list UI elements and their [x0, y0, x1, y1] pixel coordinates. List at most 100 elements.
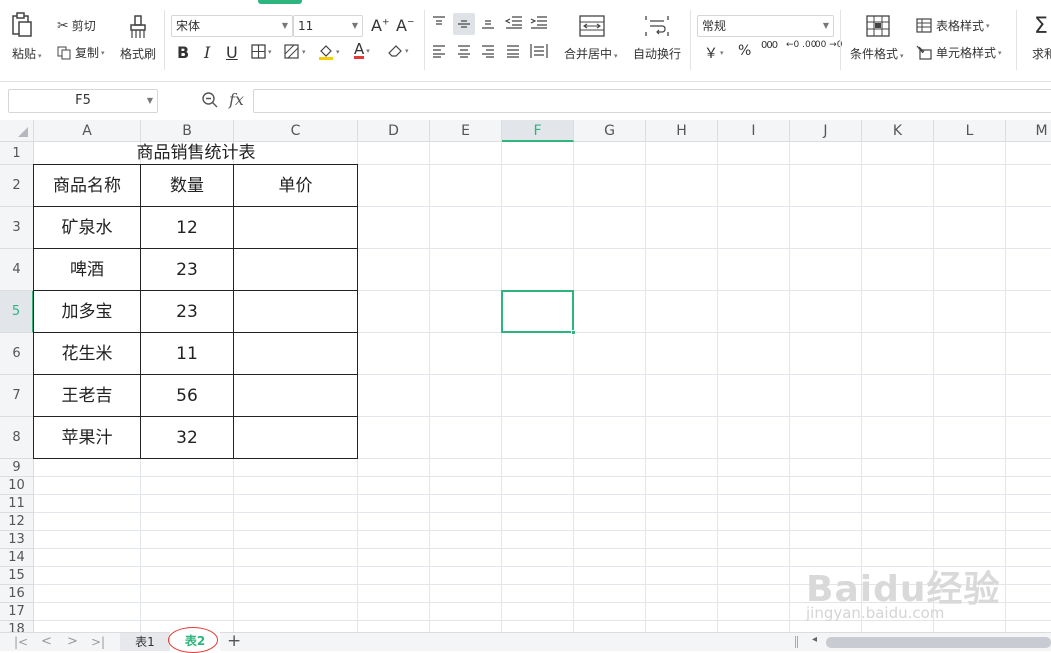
selected-cell[interactable] — [501, 290, 574, 333]
sum-button[interactable]: Σ — [1034, 14, 1048, 39]
row-header[interactable]: 4 — [0, 249, 34, 291]
align-middle-button[interactable] — [453, 13, 475, 35]
formula-input[interactable] — [253, 89, 1051, 113]
table-data-cell[interactable]: 矿泉水 — [33, 206, 141, 249]
row-header[interactable]: 7 — [0, 375, 34, 417]
table-data-cell[interactable]: 啤酒 — [33, 248, 141, 291]
distributed-button[interactable] — [530, 43, 548, 59]
row-header[interactable]: 1 — [0, 142, 34, 165]
sheet-tab-1[interactable]: 表1 — [120, 633, 170, 651]
table-data-cell[interactable]: 加多宝 — [33, 290, 141, 333]
table-title[interactable]: 商品销售统计表 — [34, 142, 358, 165]
row-header[interactable]: 13 — [0, 531, 34, 549]
italic-button[interactable]: I — [204, 43, 210, 62]
row-header[interactable]: 15 — [0, 567, 34, 585]
column-header[interactable]: K — [862, 120, 934, 142]
table-data-cell[interactable]: 11 — [140, 332, 234, 375]
percent-button[interactable]: % — [738, 43, 751, 59]
column-header[interactable]: B — [141, 120, 234, 142]
column-header[interactable]: H — [646, 120, 718, 142]
font-name-dropdown[interactable]: 宋体 ▼ — [171, 15, 293, 37]
row-header[interactable]: 3 — [0, 207, 34, 249]
increase-decimal-button[interactable]: ←0 .00 — [786, 41, 816, 50]
align-right-button[interactable] — [480, 44, 496, 58]
align-center-button[interactable] — [456, 44, 472, 58]
copy-button[interactable]: 复制 ▾ — [57, 44, 105, 61]
row-header[interactable]: 9 — [0, 459, 34, 477]
column-header[interactable]: F — [502, 120, 574, 142]
row-header[interactable]: 11 — [0, 495, 34, 513]
table-header-cell[interactable]: 单价 — [233, 164, 358, 207]
add-sheet-button[interactable]: + — [227, 631, 241, 651]
row-header[interactable]: 2 — [0, 165, 34, 207]
table-data-cell[interactable]: 32 — [140, 416, 234, 459]
table-data-cell[interactable] — [233, 374, 358, 417]
justify-button[interactable] — [505, 44, 521, 58]
align-bottom-button[interactable] — [480, 15, 496, 29]
font-color-button[interactable]: A ▾ — [354, 42, 370, 59]
font-size-dropdown[interactable]: 11 ▼ — [293, 15, 363, 37]
paste-button[interactable] — [10, 12, 34, 38]
number-format-dropdown[interactable]: 常规 ▼ — [697, 15, 834, 37]
scroll-left-button[interactable]: ◂ — [812, 634, 817, 645]
decrease-font-size-button[interactable]: A− — [396, 16, 415, 35]
underline-button[interactable]: U — [226, 43, 238, 62]
table-data-cell[interactable] — [233, 332, 358, 375]
conditional-format-button[interactable] — [866, 15, 890, 37]
spreadsheet-grid[interactable]: A B C D E F G H I J K L M 1 2 3 4 5 6 7 8 9 10 11 12 13 14 15 16 17 18… — [0, 120, 1051, 632]
column-header[interactable]: D — [358, 120, 430, 142]
first-sheet-button[interactable]: |< — [14, 635, 28, 649]
increase-font-size-button[interactable]: A+ — [371, 16, 390, 35]
merge-center-button[interactable] — [579, 15, 605, 37]
column-header[interactable]: G — [574, 120, 646, 142]
format-painter-button[interactable] — [127, 15, 149, 39]
column-header[interactable]: A — [34, 120, 141, 142]
row-header[interactable]: 6 — [0, 333, 34, 375]
row-header[interactable]: 18 — [0, 621, 34, 632]
align-top-button[interactable] — [431, 15, 447, 29]
next-sheet-button[interactable]: > — [67, 634, 78, 649]
table-data-cell[interactable]: 23 — [140, 248, 234, 291]
column-header[interactable]: E — [430, 120, 502, 142]
table-data-cell[interactable]: 12 — [140, 206, 234, 249]
row-header[interactable]: 14 — [0, 549, 34, 567]
previous-sheet-button[interactable]: < — [41, 634, 52, 649]
table-data-cell[interactable]: 56 — [140, 374, 234, 417]
split-handle[interactable] — [795, 636, 798, 648]
clear-button[interactable]: ▾ — [387, 43, 409, 58]
table-data-cell[interactable]: 苹果汁 — [33, 416, 141, 459]
decrease-decimal-button[interactable]: .00 →0 — [812, 41, 842, 50]
table-header-cell[interactable]: 商品名称 — [33, 164, 141, 207]
row-header[interactable]: 12 — [0, 513, 34, 531]
column-header[interactable]: C — [234, 120, 358, 142]
last-sheet-button[interactable]: >| — [91, 635, 105, 649]
row-header[interactable]: 16 — [0, 585, 34, 603]
fill-pattern-button[interactable]: ▾ — [284, 44, 306, 59]
select-all-corner[interactable] — [0, 120, 34, 142]
insert-function-button[interactable]: fx — [229, 90, 244, 109]
table-header-cell[interactable]: 数量 — [140, 164, 234, 207]
row-header[interactable]: 5 — [0, 291, 34, 333]
borders-button[interactable]: ▾ — [251, 44, 272, 59]
row-header[interactable]: 10 — [0, 477, 34, 495]
thousands-separator-button[interactable]: 000 — [761, 40, 778, 55]
name-box[interactable]: F5 ▼ — [8, 89, 158, 113]
cell-style-button[interactable]: 单元格样式 ▾ — [916, 44, 1002, 61]
table-data-cell[interactable] — [233, 248, 358, 291]
bold-button[interactable]: B — [177, 43, 189, 62]
table-data-cell[interactable] — [233, 290, 358, 333]
table-style-button[interactable]: 表格样式 ▾ — [916, 17, 990, 34]
align-left-button[interactable] — [431, 44, 447, 58]
horizontal-scrollbar[interactable] — [826, 637, 1051, 648]
decrease-indent-button[interactable] — [505, 15, 523, 29]
row-header[interactable]: 17 — [0, 603, 34, 621]
table-data-cell[interactable]: 花生米 — [33, 332, 141, 375]
column-header[interactable]: L — [934, 120, 1006, 142]
table-data-cell[interactable] — [233, 416, 358, 459]
column-header[interactable]: J — [790, 120, 862, 142]
fill-color-button[interactable]: ▾ — [318, 43, 340, 60]
column-header[interactable]: I — [718, 120, 790, 142]
fill-handle[interactable] — [571, 330, 576, 335]
table-data-cell[interactable] — [233, 206, 358, 249]
currency-button[interactable]: ￥ ▾ — [704, 43, 724, 63]
